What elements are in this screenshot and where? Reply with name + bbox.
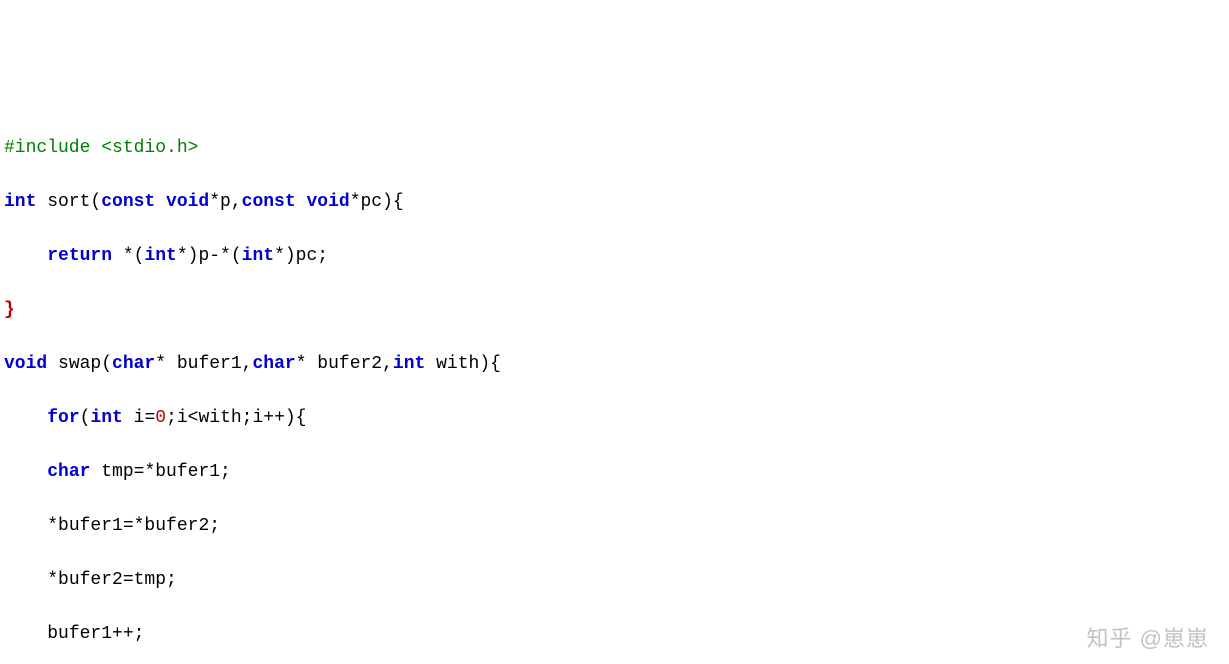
- code-block: #include <stdio.h> int sort(const void*p…: [0, 0, 1229, 664]
- code-line: for(int i=0;i<with;i++){: [4, 405, 1229, 432]
- code-line: *bufer2=tmp;: [4, 567, 1229, 594]
- code-line: void swap(char* bufer1,char* bufer2,int …: [4, 351, 1229, 378]
- watermark: 知乎 @崽崽: [1087, 625, 1209, 652]
- code-line: *bufer1=*bufer2;: [4, 513, 1229, 540]
- code-line: }: [4, 297, 1229, 324]
- code-line: int sort(const void*p,const void*pc){: [4, 189, 1229, 216]
- code-line: bufer1++;: [4, 621, 1229, 648]
- code-line: char tmp=*bufer1;: [4, 459, 1229, 486]
- code-line: #include <stdio.h>: [4, 135, 1229, 162]
- code-line: return *(int*)p-*(int*)pc;: [4, 243, 1229, 270]
